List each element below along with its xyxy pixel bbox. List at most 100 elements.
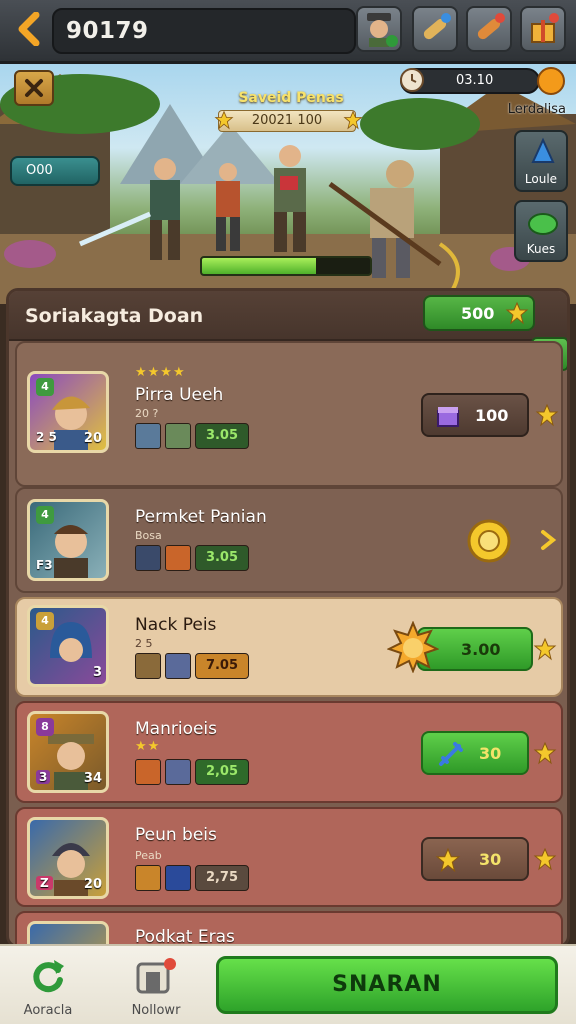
skill-icon — [165, 865, 191, 891]
skill-icon — [165, 545, 191, 571]
left-pill-text: O00 — [26, 163, 53, 178]
panel-coin-value: 500 — [461, 304, 495, 323]
side-button-loule[interactable]: Loule — [514, 130, 568, 192]
level-badge: 4 — [36, 378, 54, 396]
stage-title: Saveid Penas — [238, 90, 344, 106]
hero-name: Nack Peis — [135, 615, 217, 635]
hero-list-panel: Soriakagta Doan 500 4 2 5 20 ★★★★ Pirra … — [6, 288, 570, 948]
skill-icon — [135, 423, 161, 449]
potion-icon — [531, 137, 555, 163]
close-icon — [25, 79, 43, 97]
scene-close-button[interactable] — [14, 70, 54, 106]
power-value: 3.05 — [195, 545, 249, 571]
nav-item-nollowr[interactable]: Nollowr — [116, 954, 196, 1022]
hero-portrait: Z 20 — [27, 817, 109, 899]
panel-coin-button[interactable]: 500 — [423, 295, 535, 331]
hero-portrait: 4 2 5 20 — [27, 371, 109, 453]
hero-name: Peun beis — [135, 825, 217, 845]
health-bar-fill — [202, 258, 317, 274]
star-icon — [533, 637, 557, 661]
skill-icon — [165, 423, 191, 449]
coin-icon — [537, 67, 565, 95]
profile-button[interactable] — [356, 6, 402, 52]
hero-row-selected[interactable]: 4 3 Nack Peis 2 5 7.05 3.00 — [15, 597, 563, 697]
sun-medal-icon — [387, 621, 439, 673]
skill-icon — [135, 653, 161, 679]
hero-subtitle: Peab — [135, 849, 162, 862]
star-icon — [533, 847, 557, 871]
skill-icon — [135, 865, 161, 891]
skill-icon — [165, 653, 191, 679]
timer-pill: 03.10 — [400, 67, 565, 95]
action-button[interactable]: 30 — [421, 837, 529, 881]
health-bar — [200, 256, 372, 276]
star-icon — [505, 301, 529, 325]
portrait-badge: Z — [36, 876, 53, 890]
hero-subtitle: Bosa — [135, 529, 162, 542]
primary-cta-button[interactable]: SNARAN — [216, 956, 558, 1014]
avatar-icon — [367, 13, 398, 47]
refresh-icon — [33, 960, 64, 993]
hero-name: Manrioeis — [135, 719, 218, 739]
panel-header: Soriakagta Doan 500 — [9, 291, 567, 341]
portrait-badge: F3 — [36, 558, 53, 572]
skill-icon — [135, 759, 161, 785]
rating-stars: ★★ — [135, 739, 161, 754]
nav-label: Nollowr — [131, 1003, 181, 1018]
currency-display: 90179 — [52, 8, 356, 54]
rating-stars: ★★★★ — [135, 365, 186, 380]
hero-portrait: 4 F3 — [27, 499, 109, 581]
scroll-icon — [423, 13, 451, 40]
action-value: 3.00 — [461, 640, 501, 659]
left-pill[interactable]: O00 — [10, 156, 100, 186]
quest-scroll-button[interactable] — [412, 6, 458, 52]
hero-row[interactable]: 4 2 5 20 ★★★★ Pirra Ueeh 20 ? 3.05 100 — [15, 341, 563, 487]
stage-subtitle-text: 20021 100 — [251, 113, 323, 128]
hero-portrait: 8 3 34 — [27, 711, 109, 793]
notification-icon — [136, 958, 176, 994]
nav-label: Aoracla — [23, 1003, 73, 1018]
portrait-number: 20 — [83, 431, 102, 446]
hero-row[interactable]: Podkat Eras — [15, 911, 563, 945]
hero-name: Permket Panian — [135, 507, 267, 527]
skill-icon — [135, 545, 161, 571]
side-button-kues[interactable]: Kues — [514, 200, 568, 262]
side-button-label: Kues — [526, 242, 556, 256]
side-button-label: Loule — [524, 172, 558, 186]
slime-icon — [528, 213, 558, 235]
star-icon — [214, 110, 234, 130]
portrait-badge: 2 5 — [36, 430, 57, 444]
scroll-icon — [477, 13, 505, 40]
sun-medal-icon — [467, 519, 511, 563]
portrait-number: 3 — [92, 665, 102, 680]
level-badge: 8 — [36, 718, 54, 736]
level-badge: 4 — [36, 506, 54, 524]
hero-row[interactable]: Z 20 Peun beis Peab 2,75 30 — [15, 807, 563, 907]
star-icon — [535, 403, 559, 427]
nav-item-aoracla[interactable]: Aoracla — [8, 954, 88, 1022]
action-button[interactable]: 30 — [421, 731, 529, 775]
action-button[interactable]: 100 — [421, 393, 529, 437]
stage-subtitle: 20021 100 — [218, 110, 356, 132]
currency-value: 90179 — [66, 18, 149, 44]
bottom-nav: Aoracla Nollowr SNARAN — [0, 944, 576, 1024]
hero-row[interactable]: 8 3 34 Manrioeis ★★ 2,05 30 — [15, 701, 563, 803]
hero-row[interactable]: 4 F3 Permket Panian Bosa 3.05 — [15, 487, 563, 593]
back-button[interactable] — [8, 8, 50, 50]
chevron-right-icon[interactable] — [539, 529, 557, 551]
inventory-scroll-button[interactable] — [466, 6, 512, 52]
side-label: Lerdalisa — [507, 102, 566, 117]
action-value: 100 — [475, 406, 509, 425]
power-value: 2,75 — [195, 865, 249, 891]
panel-title: Soriakagta Doan — [25, 305, 204, 327]
power-value: 3.05 — [195, 423, 249, 449]
sword-icon — [439, 742, 463, 766]
gift-button[interactable] — [520, 6, 566, 52]
battle-scene: Saveid Penas 20021 100 03.10 Lerdalisa L… — [0, 64, 576, 304]
back-icon — [18, 12, 40, 46]
clock-icon — [400, 68, 424, 92]
top-bar: 90179 — [0, 0, 576, 64]
hero-subtitle: 2 5 — [135, 637, 153, 650]
skill-icon — [165, 759, 191, 785]
action-value: 30 — [479, 850, 502, 869]
